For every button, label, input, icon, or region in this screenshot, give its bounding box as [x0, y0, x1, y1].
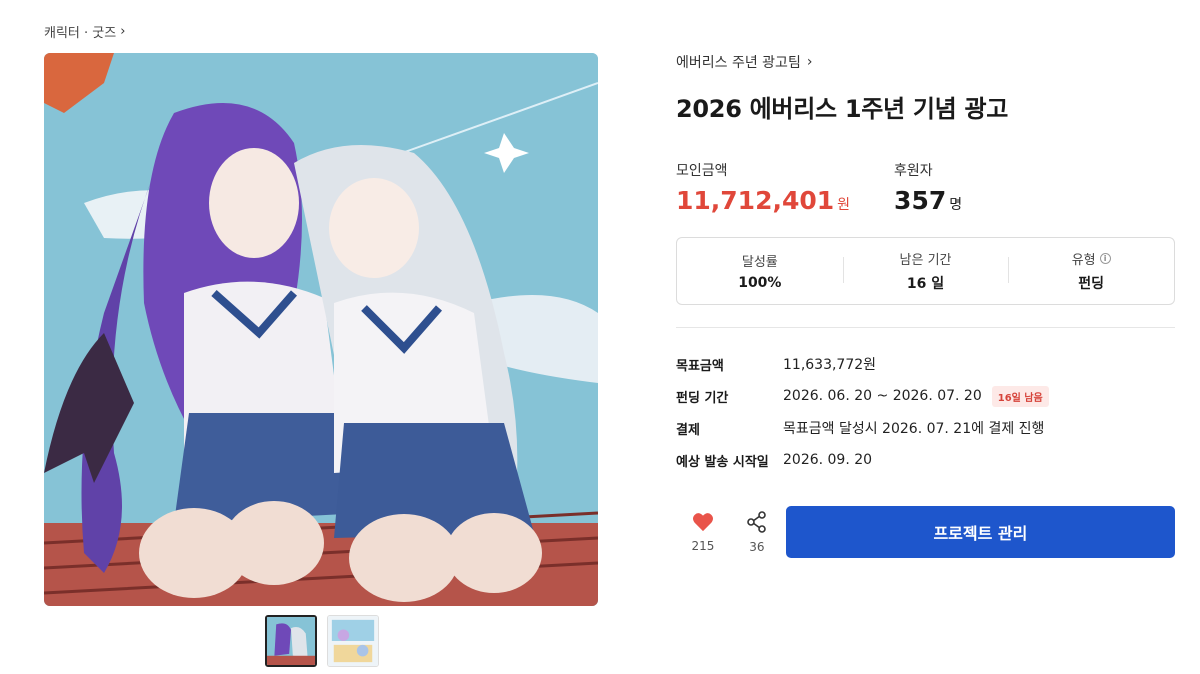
thumbnail-1[interactable]	[265, 615, 317, 667]
backers-unit: 명	[949, 197, 963, 213]
share-button[interactable]: 36	[730, 510, 784, 554]
thumbnail-list	[265, 615, 379, 667]
detail-key: 예상 발송 시작일	[676, 454, 769, 470]
breadcrumb[interactable]: 캐릭터 · 굿즈 ›	[44, 22, 125, 41]
amount-value: 11,712,401	[676, 186, 835, 215]
funding-stats: 모인금액 11,712,401 원 후원자 357 명	[676, 160, 1175, 215]
thumbnail-2[interactable]	[327, 615, 379, 667]
project-info-panel: 에버리스 주년 광고팀 › 2026 에버리스 1주년 기념 광고 모인금액 1…	[676, 52, 1175, 558]
detail-row-payment: 결제 목표금액 달성시 2026. 07. 21에 결제 진행	[676, 412, 1175, 444]
detail-row-goal: 목표금액 11,633,772원	[676, 348, 1175, 380]
chevron-right-icon: ›	[120, 24, 126, 39]
remaining-value: 16 일	[906, 276, 945, 292]
like-count: 215	[691, 538, 715, 553]
days-left-badge: 16일 남음	[991, 385, 1049, 407]
backers-value: 357	[894, 186, 947, 215]
detail-value: 11,633,772원	[783, 357, 877, 373]
amount-raised: 모인금액 11,712,401 원	[676, 160, 850, 215]
amount-label: 모인금액	[676, 163, 728, 179]
detail-key: 펀딩 기간	[676, 390, 729, 406]
creator-name[interactable]: 에버리스 주년 광고팀	[676, 52, 801, 72]
info-icon[interactable]: i	[1099, 253, 1111, 264]
action-bar: 215 36 프로젝트 관리	[676, 506, 1175, 558]
type-label: 유형	[1071, 253, 1096, 268]
remaining-label: 남은 기간	[899, 253, 952, 268]
backer-count: 후원자 357 명	[894, 160, 962, 215]
share-icon	[747, 510, 766, 533]
divider	[676, 327, 1175, 328]
detail-key: 결제	[676, 422, 700, 438]
achievement-rate: 달성률 100%	[677, 251, 843, 291]
detail-key: 목표금액	[676, 358, 724, 374]
detail-value: 2026. 06. 20 ~ 2026. 07. 20	[783, 388, 982, 404]
share-count: 36	[749, 539, 765, 554]
backers-label: 후원자	[894, 163, 933, 179]
chevron-right-icon: ›	[806, 54, 813, 70]
breadcrumb-label[interactable]: 캐릭터 · 굿즈	[44, 22, 116, 41]
type-value: 펀딩	[1078, 276, 1105, 292]
detail-row-period: 펀딩 기간 2026. 06. 20 ~ 2026. 07. 20 16일 남음	[676, 380, 1175, 412]
amount-unit: 원	[837, 197, 851, 213]
detail-value: 목표금액 달성시 2026. 07. 21에 결제 진행	[783, 421, 1045, 437]
project-details: 목표금액 11,633,772원 펀딩 기간 2026. 06. 20 ~ 20…	[676, 348, 1175, 476]
project-type: 유형 i 펀딩	[1008, 249, 1174, 293]
detail-value: 2026. 09. 20	[783, 452, 873, 468]
manage-project-button[interactable]: 프로젝트 관리	[785, 506, 1175, 558]
like-button[interactable]: 215	[676, 512, 730, 553]
creator-link[interactable]: 에버리스 주년 광고팀 ›	[676, 52, 1175, 72]
remaining-period: 남은 기간 16 일	[842, 249, 1009, 293]
project-title: 2026 에버리스 1주년 기념 광고	[676, 95, 1009, 123]
heart-icon	[692, 512, 713, 531]
rate-value: 100%	[738, 275, 782, 291]
project-main-image	[44, 53, 598, 606]
rate-label: 달성률	[741, 255, 778, 270]
summary-box: 달성률 100% 남은 기간 16 일 유형 i 펀딩	[676, 237, 1175, 305]
detail-row-shipping: 예상 발송 시작일 2026. 09. 20	[676, 444, 1175, 476]
